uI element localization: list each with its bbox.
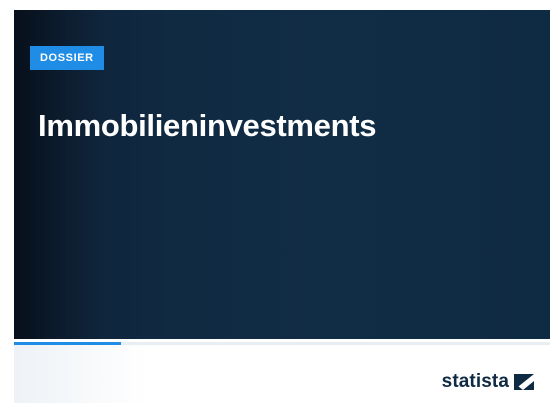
dossier-preview: DOSSIER Immobilieninvestments statista bbox=[0, 0, 556, 403]
dossier-badge: DOSSIER bbox=[30, 46, 104, 70]
brand-name: statista bbox=[441, 371, 509, 392]
page-title: Immobilieninvestments bbox=[38, 108, 377, 143]
statista-logo-icon bbox=[514, 374, 534, 390]
brand-logo: statista bbox=[442, 372, 534, 392]
cover-banner: DOSSIER Immobilieninvestments bbox=[14, 10, 550, 339]
